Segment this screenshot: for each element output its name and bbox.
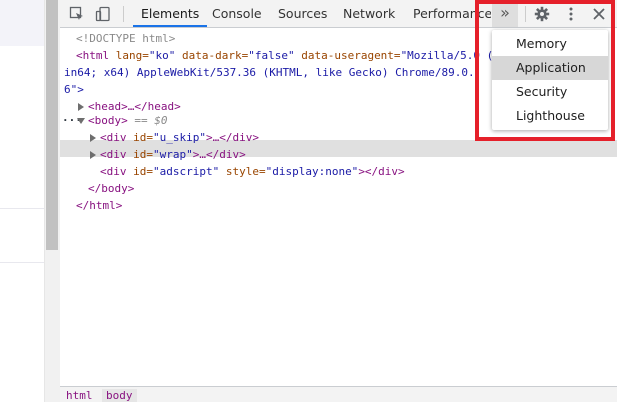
attr-value: "display:none" [265,165,359,178]
div-u-skip-node[interactable]: <div id="u_skip">…</div> [100,129,259,146]
annotation-highlight-box [475,0,615,141]
attr-name: style= [219,165,266,178]
attr-name: lang= [109,49,149,62]
tag-rest: >…</div> [205,131,259,144]
page-divider [0,208,44,209]
collapse-triangle-icon[interactable] [77,118,85,124]
expand-triangle-icon[interactable] [90,134,96,142]
page-viewport [0,0,44,402]
selected-marker: == $0 [127,114,168,127]
tag-name: <div [100,148,127,161]
tag-name: <div [100,165,127,178]
tag-name: <html [76,49,110,62]
useragent-end: 6"> [64,83,84,96]
breadcrumb-body[interactable]: body [102,389,137,402]
page-divider [0,262,44,263]
page-scrollbar-thumb[interactable] [46,0,58,250]
attr-value: "wrap" [153,148,193,161]
tag-rest: ></div> [358,165,405,178]
div-wrap-node[interactable]: <div id="wrap">…</div> [100,146,246,163]
tag-rest: >…</div> [192,148,246,161]
doctype-node[interactable]: <!DOCTYPE html> [76,30,175,47]
attr-name: id= [126,148,153,161]
tag-name: <div [100,131,127,144]
attr-name: id= [126,165,153,178]
inspect-icon[interactable] [68,5,86,23]
device-toggle-icon[interactable] [94,5,112,23]
attr-name: data-dark= [175,49,249,62]
tag-name: <body> [88,114,128,127]
tab-elements[interactable]: Elements [133,0,208,27]
attr-name: data-useragent= [294,49,401,62]
expand-triangle-icon[interactable] [78,103,84,111]
expand-triangle-icon[interactable] [90,151,96,159]
html-close-node[interactable]: </html> [76,197,122,214]
attr-value: "false" [248,49,295,62]
page-header-block [0,0,44,46]
tab-sources[interactable]: Sources [278,0,327,27]
tab-network[interactable]: Network [343,0,395,27]
breadcrumb: html body [60,386,617,402]
attr-value: "adscript" [153,165,220,178]
body-close-node[interactable]: </body> [88,180,134,197]
div-adscript-node[interactable]: <div id="adscript" style="display:none">… [100,163,405,180]
body-node[interactable]: <body> == $0 [88,112,168,129]
attr-name: id= [126,131,153,144]
attr-value: "ko" [148,49,176,62]
toolbar-separator [123,6,124,22]
useragent-continuation: in64; x64) AppleWebKit/537.36 (KHTML, li… [64,66,475,79]
tab-console[interactable]: Console [212,0,262,27]
attr-value: "u_skip" [153,131,206,144]
breadcrumb-html[interactable]: html [66,389,93,402]
html-node[interactable]: <html lang="ko" data-dark="false" data-u… [76,47,493,64]
